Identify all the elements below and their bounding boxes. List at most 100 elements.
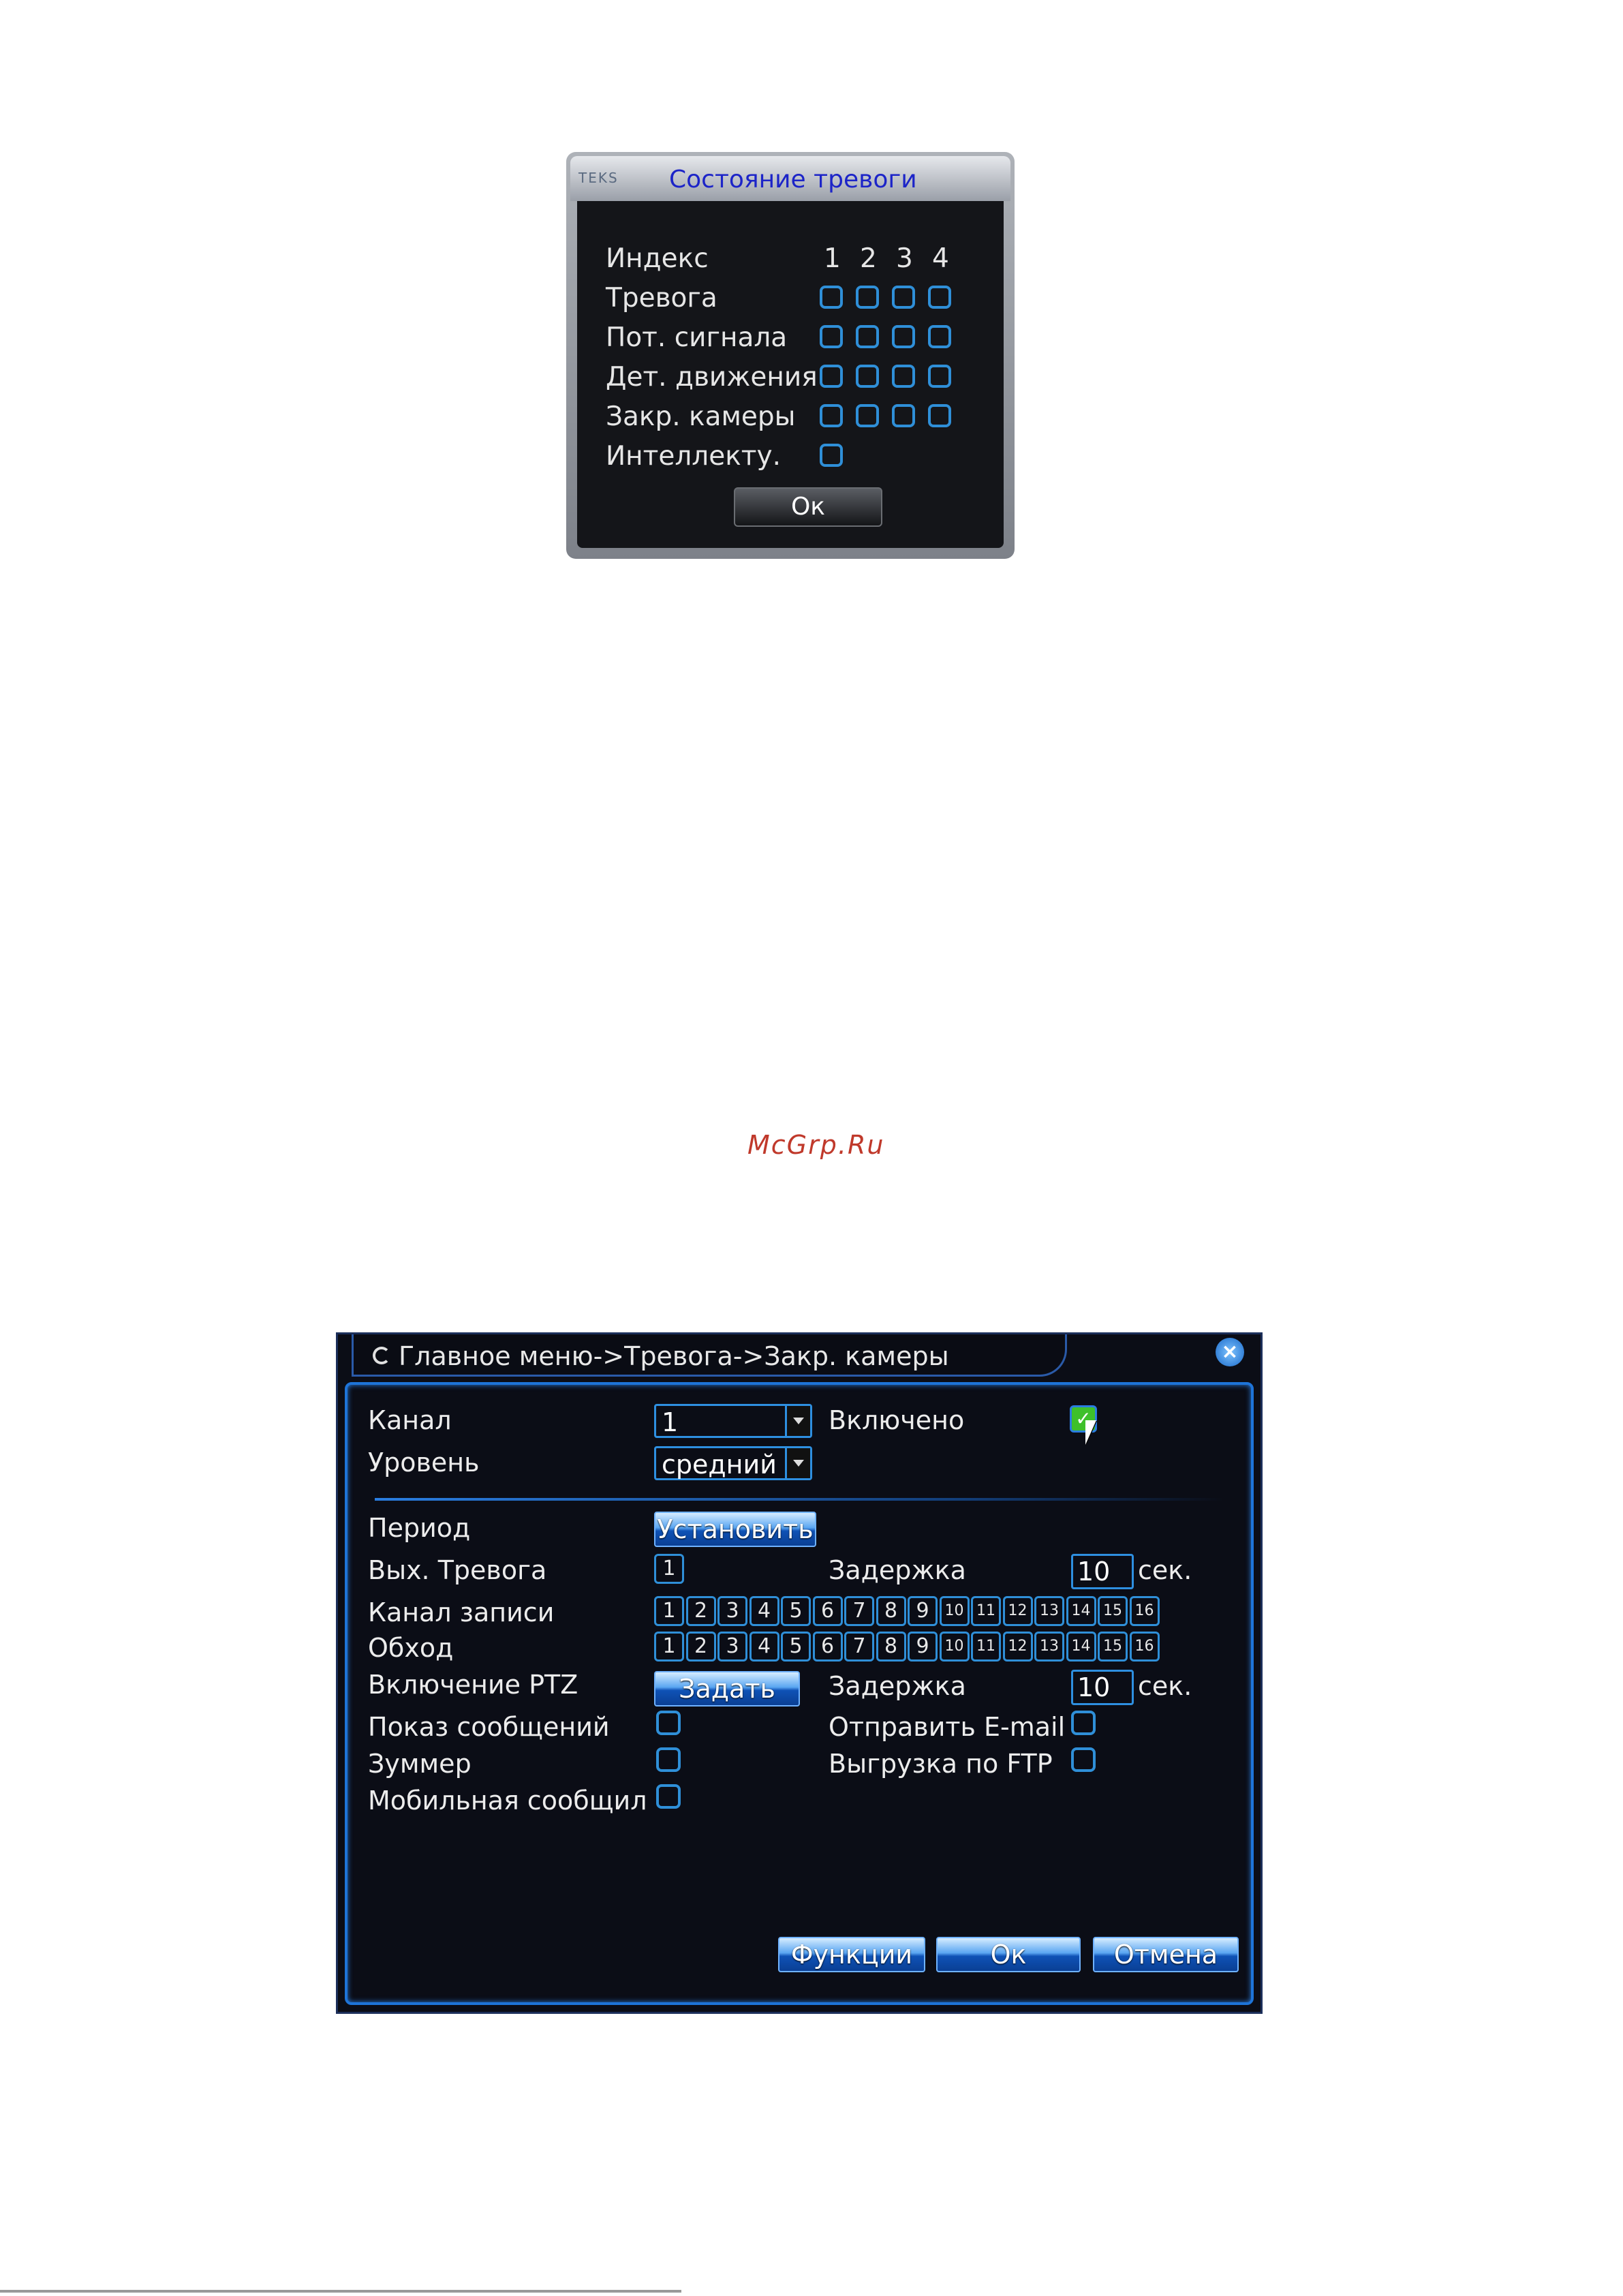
- dialog-title: Состояние тревоги: [669, 166, 917, 194]
- row-label-motion: Дет. движения: [606, 362, 818, 393]
- functions-button[interactable]: Функции: [778, 1937, 925, 1972]
- delay-label: Задержка: [829, 1555, 966, 1585]
- buzzer-checkbox[interactable]: [656, 1747, 681, 1772]
- tour-channel-8[interactable]: 8: [876, 1632, 906, 1662]
- status-indicator: [892, 365, 915, 388]
- period-label: Период: [368, 1513, 471, 1543]
- tour-channel-6[interactable]: 6: [812, 1632, 843, 1662]
- mouse-cursor-icon: [1085, 1420, 1096, 1445]
- index-label: Индекс: [606, 243, 709, 274]
- row-label-intelligent: Интеллекту.: [606, 441, 781, 472]
- record-channel-4[interactable]: 4: [749, 1596, 779, 1626]
- camera-blind-dialog: Главное меню->Тревога->Закр. камеры × Ка…: [336, 1332, 1263, 2014]
- status-indicator: [928, 325, 951, 348]
- record-channel-2[interactable]: 2: [685, 1596, 716, 1626]
- record-channel-11[interactable]: 11: [971, 1596, 1001, 1626]
- breadcrumb: Главное меню->Тревога->Закр. камеры: [399, 1341, 949, 1371]
- index-4: 4: [932, 243, 949, 274]
- tour-channel-15[interactable]: 15: [1098, 1632, 1128, 1662]
- mobile-message-label: Мобильная сообщил: [368, 1786, 647, 1816]
- send-email-checkbox[interactable]: [1071, 1711, 1096, 1735]
- tour-channel-11[interactable]: 11: [971, 1632, 1001, 1662]
- channel-select[interactable]: 1: [654, 1404, 812, 1438]
- show-message-label: Показ сообщений: [368, 1712, 610, 1742]
- row-label-alarm: Тревога: [606, 283, 717, 313]
- level-label: Уровень: [368, 1448, 480, 1478]
- watermark: McGrp.Ru: [747, 1130, 885, 1160]
- record-channel-16[interactable]: 16: [1129, 1596, 1160, 1626]
- tour-channel-4[interactable]: 4: [749, 1632, 779, 1662]
- tour-channel-16[interactable]: 16: [1129, 1632, 1160, 1662]
- record-channel-15[interactable]: 15: [1098, 1596, 1128, 1626]
- tour-channel-13[interactable]: 13: [1034, 1632, 1064, 1662]
- tour-channel-3[interactable]: 3: [717, 1632, 747, 1662]
- index-2: 2: [860, 243, 877, 274]
- tour-channel-14[interactable]: 14: [1066, 1632, 1096, 1662]
- buzzer-label: Зуммер: [368, 1749, 472, 1779]
- tour-channel-10[interactable]: 10: [939, 1632, 970, 1662]
- record-channel-12[interactable]: 12: [1002, 1596, 1033, 1626]
- alarm-out-1[interactable]: 1: [654, 1554, 684, 1584]
- dialog-titlebar: TEKS Состояние тревоги: [570, 156, 1010, 201]
- ptz-set-button[interactable]: Задать: [654, 1671, 800, 1706]
- delay-input[interactable]: 10: [1071, 1554, 1134, 1589]
- ok-button[interactable]: Ок: [936, 1937, 1081, 1972]
- status-indicator: [820, 365, 843, 388]
- show-message-checkbox[interactable]: [656, 1711, 681, 1735]
- delay-label-2: Задержка: [829, 1671, 966, 1701]
- record-channel-1[interactable]: 1: [654, 1596, 684, 1626]
- ftp-upload-checkbox[interactable]: [1071, 1747, 1096, 1772]
- record-channel-10[interactable]: 10: [939, 1596, 970, 1626]
- row-label-blind: Закр. камеры: [606, 401, 796, 432]
- level-select[interactable]: средний: [654, 1446, 812, 1480]
- ftp-upload-label: Выгрузка по FTP: [829, 1749, 1053, 1779]
- status-indicator: [892, 404, 915, 427]
- record-channel-9[interactable]: 9: [908, 1596, 938, 1626]
- record-channel-14[interactable]: 14: [1066, 1596, 1096, 1626]
- tour-channel-2[interactable]: 2: [685, 1632, 716, 1662]
- ok-button[interactable]: Ок: [734, 487, 882, 527]
- status-indicator: [928, 286, 951, 309]
- chevron-down-icon[interactable]: [785, 1448, 810, 1478]
- status-indicator: [820, 444, 843, 467]
- status-indicator: [856, 325, 879, 348]
- page-footer-line: [0, 2290, 681, 2293]
- status-indicator: [820, 404, 843, 427]
- refresh-icon: [373, 1347, 390, 1364]
- status-indicator: [856, 365, 879, 388]
- settings-panel: Канал 1 Включено ✓ Уровень средний Перио…: [345, 1382, 1254, 2005]
- tour-channel-9[interactable]: 9: [908, 1632, 938, 1662]
- record-channel-8[interactable]: 8: [876, 1596, 906, 1626]
- mobile-message-checkbox[interactable]: [656, 1784, 681, 1809]
- record-channel-7[interactable]: 7: [844, 1596, 874, 1626]
- cancel-button[interactable]: Отмена: [1093, 1937, 1239, 1972]
- status-indicator: [856, 286, 879, 309]
- ptz-label: Включение PTZ: [368, 1670, 578, 1700]
- record-channel-6[interactable]: 6: [812, 1596, 843, 1626]
- delay-unit-2: сек.: [1138, 1671, 1192, 1701]
- chevron-down-icon[interactable]: [785, 1406, 810, 1436]
- record-channel-13[interactable]: 13: [1034, 1596, 1064, 1626]
- delay-input-2[interactable]: 10: [1071, 1670, 1134, 1705]
- index-3: 3: [896, 243, 913, 274]
- send-email-label: Отправить E-mail: [829, 1712, 1066, 1742]
- period-set-button[interactable]: Установить: [654, 1512, 816, 1547]
- tour-channel-1[interactable]: 1: [654, 1632, 684, 1662]
- tour-channel-12[interactable]: 12: [1002, 1632, 1033, 1662]
- tour-channel-5[interactable]: 5: [781, 1632, 811, 1662]
- enabled-label: Включено: [829, 1405, 965, 1435]
- row-label-video-loss: Пот. сигнала: [606, 322, 788, 353]
- record-channel-5[interactable]: 5: [781, 1596, 811, 1626]
- dialog-body: Индекс 1 2 3 4 Тревога Пот. сигнала Дет.…: [577, 201, 1004, 548]
- status-indicator: [928, 365, 951, 388]
- tour-label: Обход: [368, 1633, 454, 1663]
- alarm-out-label: Вых. Тревога: [368, 1555, 547, 1585]
- channel-label: Канал: [368, 1405, 452, 1435]
- tour-channel-7[interactable]: 7: [844, 1632, 874, 1662]
- status-indicator: [892, 286, 915, 309]
- delay-unit: сек.: [1138, 1555, 1192, 1585]
- channel-value: 1: [662, 1407, 679, 1437]
- close-icon[interactable]: ×: [1216, 1338, 1244, 1366]
- record-channel-3[interactable]: 3: [717, 1596, 747, 1626]
- level-value: средний: [662, 1450, 777, 1480]
